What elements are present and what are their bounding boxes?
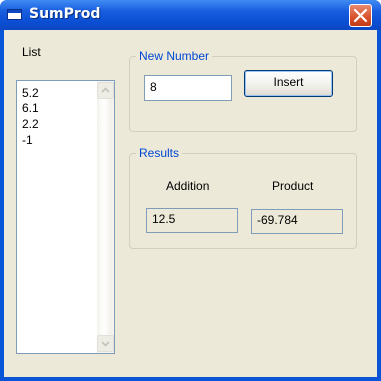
new-number-group-title: New Number [136, 49, 213, 63]
title-bar[interactable]: SumProd [0, 0, 381, 30]
insert-button[interactable]: Insert [244, 70, 333, 97]
close-icon [353, 8, 368, 23]
scroll-down-icon [101, 341, 110, 347]
addition-result: 12.5 [146, 208, 238, 233]
results-group [129, 153, 357, 249]
scroll-down-button[interactable] [97, 335, 114, 352]
list-item[interactable]: 2.2 [22, 117, 39, 131]
list-item[interactable]: -1 [22, 133, 33, 147]
close-button[interactable] [349, 4, 372, 27]
addition-label: Addition [166, 179, 210, 193]
number-input[interactable]: 8 [144, 75, 232, 101]
product-label: Product [272, 179, 314, 193]
scroll-track[interactable] [99, 99, 112, 335]
product-result: -69.784 [251, 209, 343, 234]
list-item[interactable]: 6.1 [22, 101, 39, 115]
window-title: SumProd [29, 6, 101, 22]
app-window: SumProd List 5.2 6.1 2.2 -1 New Number 8… [0, 0, 381, 381]
scroll-up-icon [101, 87, 110, 93]
app-window-icon [7, 9, 22, 20]
results-group-title: Results [136, 146, 183, 160]
client-area: List 5.2 6.1 2.2 -1 New Number 8 Insert … [4, 30, 377, 377]
list-item[interactable]: 5.2 [22, 86, 39, 100]
number-listbox[interactable]: 5.2 6.1 2.2 -1 [16, 80, 115, 354]
scroll-up-button[interactable] [97, 82, 114, 99]
list-label: List [22, 45, 41, 59]
vertical-scrollbar[interactable] [97, 81, 114, 353]
